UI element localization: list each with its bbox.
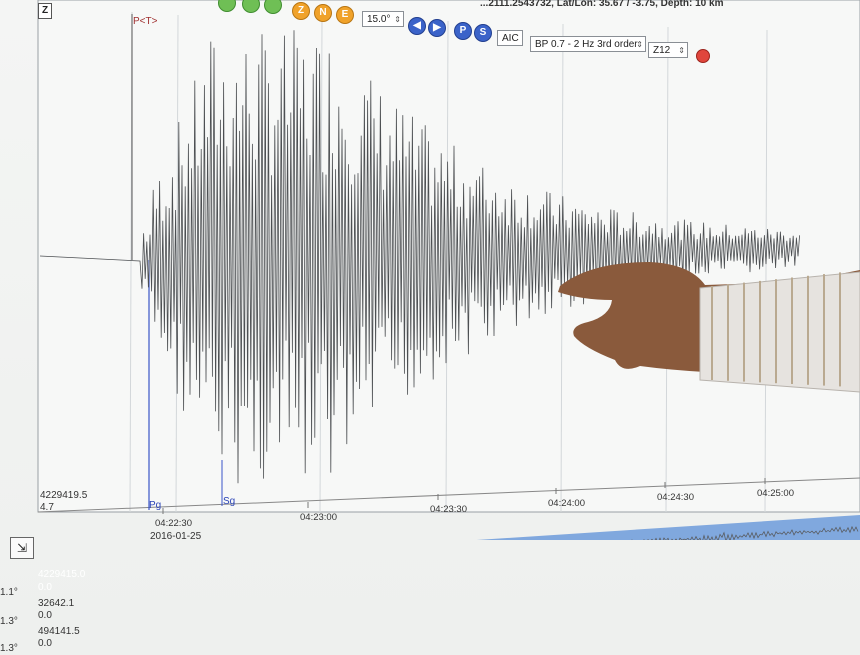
time-tick-label: 04:23:30 <box>430 504 467 515</box>
trace3-value-top: 494141.5 <box>38 626 80 637</box>
green-circle-icon[interactable] <box>264 0 282 14</box>
event-status-text: ...2111.2543732, Lat/Lon: 35.67 / -3.75,… <box>480 0 724 9</box>
gain-label-3: 1.3° <box>0 643 18 654</box>
export-icon[interactable]: ⇲ <box>10 537 34 559</box>
seismogram-viewer-screen: 04:22:30 04:23:00 04:23:30 04:24:00 04:24:30… <box>0 0 860 655</box>
main-trace-plot[interactable]: 04:22:30 04:23:00 04:23:30 04:24:00 04:24:30… <box>0 0 860 540</box>
date-label: 2016-01-25 <box>150 531 202 542</box>
gain-label-2: 1.3° <box>0 616 18 627</box>
pick-p-button[interactable]: P <box>454 22 472 40</box>
picker-value: AIC <box>502 33 519 44</box>
component-select[interactable]: Z12 ⇕ <box>648 42 688 58</box>
angle-field[interactable]: 15.0° ⇕ <box>362 11 404 27</box>
spinner-icon: ⇕ <box>394 15 401 24</box>
trace3-value-bottom: 0.0 <box>38 638 52 649</box>
green-circle-icon[interactable] <box>218 0 236 12</box>
time-tick-label: 04:23:00 <box>300 512 337 523</box>
chevron-down-icon: ⇕ <box>636 40 643 49</box>
time-tick-label: 04:22:30 <box>155 518 192 529</box>
pick-sg-label: Sg <box>223 496 235 507</box>
pick-pg-label: Pg <box>149 500 161 511</box>
component-n-button[interactable]: N <box>314 4 332 22</box>
channel-box[interactable]: Z <box>38 3 52 19</box>
trace2-value-top: 32642.1 <box>38 598 75 609</box>
amplitude-max-label: 4229419.5 <box>40 490 88 501</box>
green-circle-icon[interactable] <box>242 0 260 13</box>
filter-select[interactable]: BP 0.7 - 2 Hz 3rd order ⇕ <box>530 36 646 52</box>
trace2-value-bottom: 0.0 <box>38 610 52 621</box>
pick-s-button[interactable]: S <box>474 24 492 42</box>
chevron-down-icon: ⇕ <box>678 46 685 55</box>
time-tick-label: 04:24:00 <box>548 498 585 509</box>
arrow-left-icon[interactable]: ◀ <box>408 17 426 35</box>
picker-select[interactable]: AIC <box>497 30 523 46</box>
amplitude-min-label: 4.7 <box>40 502 54 513</box>
arrow-right-icon[interactable]: ▶ <box>428 19 446 37</box>
time-tick-label: 04:25:00 <box>757 488 794 499</box>
time-tick-label: 04:24:30 <box>657 492 694 503</box>
gain-label-1: 1.1° <box>0 587 18 598</box>
component-value: Z12 <box>653 45 671 56</box>
stop-icon[interactable] <box>696 49 710 63</box>
trace1-value-top: 4229415.0 <box>38 569 86 580</box>
filter-value: BP 0.7 - 2 Hz 3rd order <box>535 39 638 50</box>
shirt-sleeve-image <box>699 271 860 393</box>
component-z-button[interactable]: Z <box>292 2 310 20</box>
angle-value: 15.0° <box>367 14 391 25</box>
trace1-value-bottom: 0.0 <box>38 582 52 593</box>
toolbar: Z Z N E 15.0° ⇕ ◀ ▶ P S AIC BP 0.7 - 2 H… <box>0 0 860 63</box>
component-e-button[interactable]: E <box>336 6 354 24</box>
